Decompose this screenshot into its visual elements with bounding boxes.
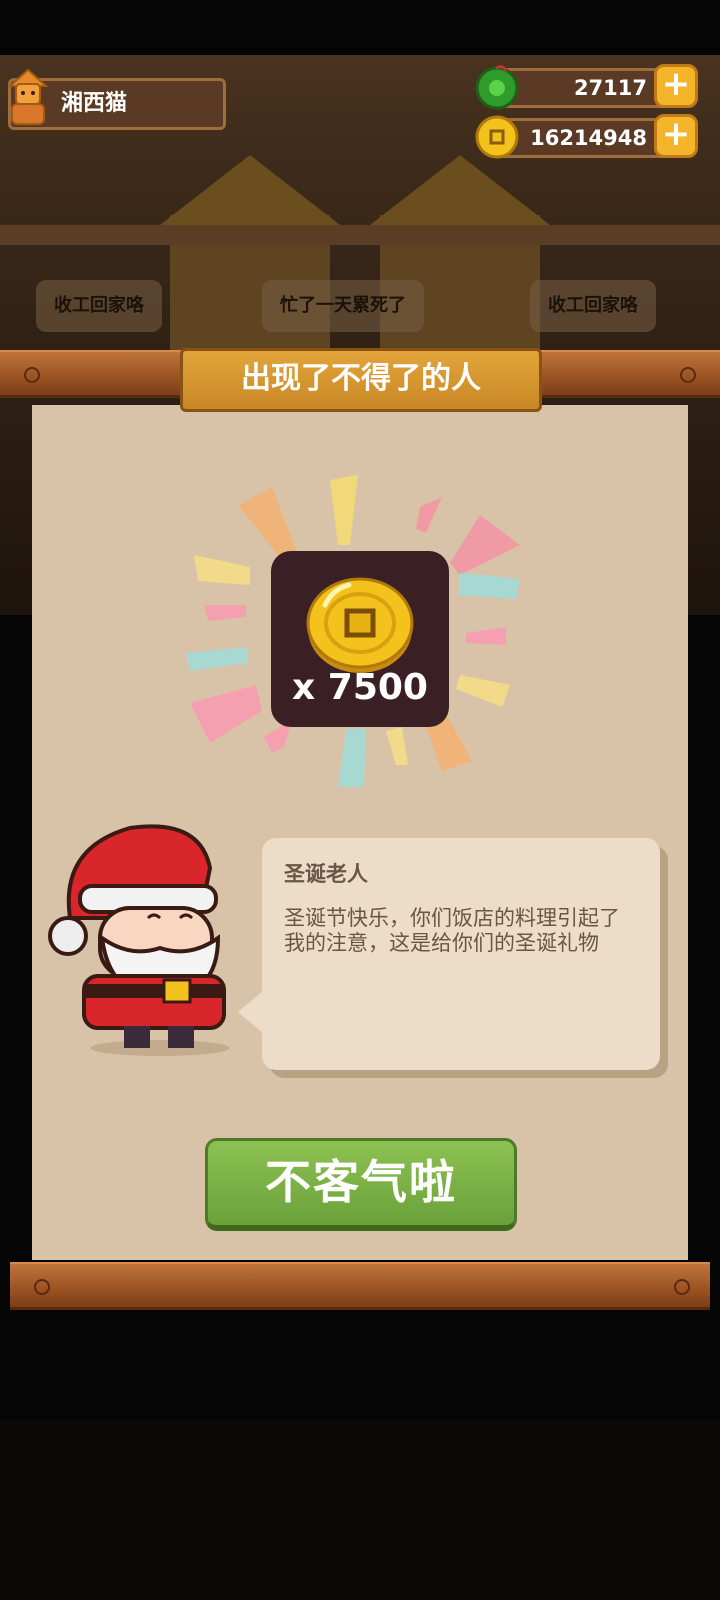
dialog-title: 出现了不得了的人 (180, 348, 542, 412)
rod-peg (680, 367, 696, 383)
santa-claus-character (48, 824, 230, 1056)
customer-bubble: 收工回家咯 (36, 280, 162, 332)
add-gems-button[interactable]: + (654, 64, 698, 108)
customer-bubble: 收工回家咯 (530, 280, 656, 332)
rod-peg (34, 1279, 50, 1295)
bottom-bar (0, 1420, 720, 1600)
player-name: 湘西猫 (61, 91, 128, 116)
gold-coin-icon (306, 577, 414, 673)
green-gem-icon (475, 65, 519, 110)
shelf (0, 225, 720, 245)
add-coins-button[interactable]: + (654, 114, 698, 158)
customer-bubble: 忙了一天累死了 (262, 280, 424, 332)
rod-peg (24, 367, 40, 383)
gem-value: 27117 (573, 76, 647, 100)
stall-roof (370, 155, 550, 225)
speech-bubble-tail (238, 990, 264, 1034)
coin-value: 16214948 (530, 126, 647, 150)
speech-message: 圣诞节快乐，你们饭店的料理引起了我的注意，这是给你们的圣诞礼物 (284, 906, 620, 955)
rod-peg (674, 1279, 690, 1295)
reward-card: x 7500 (271, 551, 449, 727)
speech-bubble: 圣诞老人 圣诞节快乐，你们饭店的料理引起了我的注意，这是给你们的圣诞礼物 (262, 838, 660, 1070)
gold-coin-icon (475, 115, 519, 159)
stall-roof (160, 155, 340, 225)
speaker-name: 圣诞老人 (284, 862, 368, 886)
confirm-button[interactable]: 不客气啦 (205, 1138, 517, 1231)
reward-count: x 7500 (292, 667, 428, 708)
player-avatar-icon[interactable] (0, 66, 56, 128)
scroll-bottom-rod (10, 1262, 710, 1310)
